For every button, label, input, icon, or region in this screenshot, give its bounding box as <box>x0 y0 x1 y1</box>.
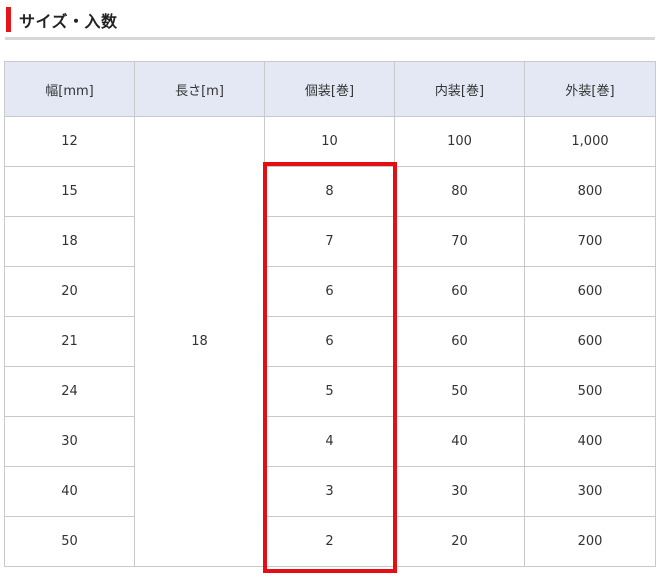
cell-individual: 6 <box>264 266 395 317</box>
cell-outer: 500 <box>524 366 656 417</box>
cell-width: 18 <box>4 216 135 267</box>
cell-inner: 30 <box>394 466 525 517</box>
table-row: 30 4 40 400 <box>4 416 656 467</box>
header-length: 長さ[m] <box>134 61 265 117</box>
cell-inner: 50 <box>394 366 525 417</box>
cell-width: 40 <box>4 466 135 517</box>
cell-outer: 200 <box>524 516 656 567</box>
cell-width: 15 <box>4 166 135 217</box>
table-row: 12 18 10 100 1,000 <box>4 116 656 567</box>
table-row: 50 2 20 200 <box>4 516 656 567</box>
cell-outer: 800 <box>524 166 656 217</box>
cell-width: 12 <box>4 116 135 167</box>
cell-width: 21 <box>4 316 135 367</box>
table-row: 15 8 80 800 <box>4 166 656 217</box>
table-row: 20 6 60 600 <box>4 266 656 317</box>
cell-outer: 1,000 <box>524 116 656 167</box>
section-header: サイズ・入数 <box>5 6 655 40</box>
header-individual-pack: 個装[巻] <box>264 61 395 117</box>
table-row: 40 3 30 300 <box>4 466 656 517</box>
cell-outer: 600 <box>524 266 656 317</box>
section-accent-bar <box>6 7 11 32</box>
table-row: 24 5 50 500 <box>4 366 656 417</box>
table-header-row: 幅[mm] 長さ[m] 個装[巻] 内装[巻] 外装[巻] <box>4 61 656 117</box>
cell-width: 24 <box>4 366 135 417</box>
cell-outer: 300 <box>524 466 656 517</box>
cell-individual: 6 <box>264 316 395 367</box>
cell-inner: 40 <box>394 416 525 467</box>
cell-inner: 70 <box>394 216 525 267</box>
cell-inner: 100 <box>394 116 525 167</box>
cell-inner: 60 <box>394 316 525 367</box>
cell-inner: 20 <box>394 516 525 567</box>
section-title: サイズ・入数 <box>19 12 118 31</box>
cell-inner: 80 <box>394 166 525 217</box>
cell-outer: 400 <box>524 416 656 467</box>
cell-individual: 10 <box>264 116 395 167</box>
cell-individual: 5 <box>264 366 395 417</box>
table-row: 18 7 70 700 <box>4 216 656 267</box>
cell-length: 18 <box>134 116 265 567</box>
header-width: 幅[mm] <box>4 61 135 117</box>
header-inner-pack: 内装[巻] <box>394 61 525 117</box>
cell-individual: 4 <box>264 416 395 467</box>
cell-inner: 60 <box>394 266 525 317</box>
table-row: 21 6 60 600 <box>4 316 656 367</box>
cell-outer: 700 <box>524 216 656 267</box>
cell-width: 20 <box>4 266 135 317</box>
cell-width: 30 <box>4 416 135 467</box>
cell-individual: 2 <box>264 516 395 567</box>
cell-individual: 7 <box>264 216 395 267</box>
cell-individual: 8 <box>264 166 395 217</box>
cell-outer: 600 <box>524 316 656 367</box>
header-outer-pack: 外装[巻] <box>524 61 656 117</box>
cell-width: 50 <box>4 516 135 567</box>
cell-individual: 3 <box>264 466 395 517</box>
size-quantity-table: 幅[mm] 長さ[m] 個装[巻] 内装[巻] 外装[巻] 12 18 10 1… <box>4 61 656 567</box>
